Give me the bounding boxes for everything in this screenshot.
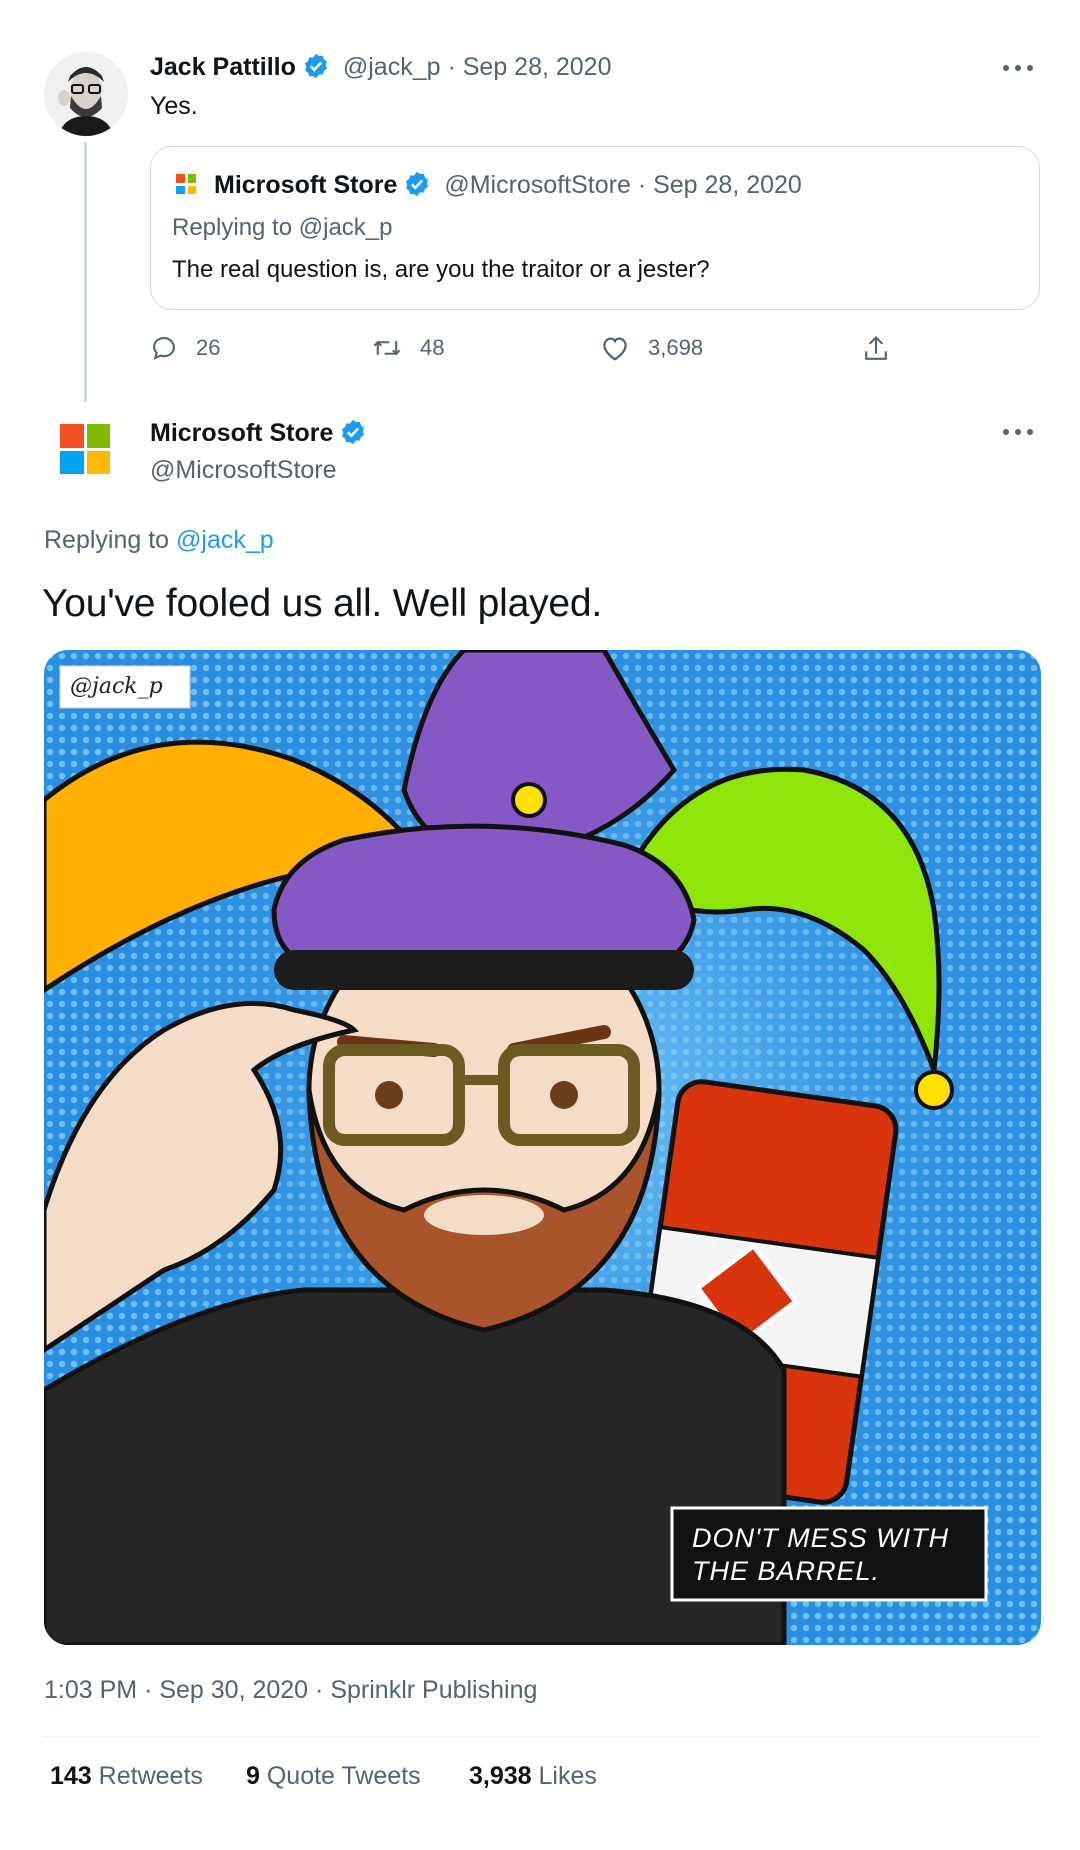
main-author-handle[interactable]: @MicrosoftStore [150,456,337,485]
verified-badge-icon [342,419,365,445]
tweet-image[interactable]: @jack_p DON'T MESS WITH THE BARREL. [44,650,1041,1645]
like-count: 3,698 [648,335,704,360]
parent-tweet-text: Yes. [150,92,198,120]
replying-prefix: Replying to [44,526,170,554]
quoted-tweet-header: Microsoft Store @MicrosoftStore · Sep 28… [214,170,802,200]
retweets-count: 143 [50,1762,92,1790]
divider [44,1736,1040,1737]
avatar-microsoft-store[interactable] [60,424,110,474]
quoted-author-handle: @MicrosoftStore [444,171,631,199]
image-caption: DON'T MESS WITH THE BARREL. [692,1522,949,1588]
quoted-date: Sep 28, 2020 [653,171,802,199]
quote-tweets-stat[interactable]: 9 Quote Tweets [246,1762,421,1791]
tweet-time[interactable]: 1:03 PM [44,1676,137,1704]
retweet-button[interactable]: 48 [372,334,444,362]
likes-stat[interactable]: 3,938 Likes [469,1762,597,1791]
likes-count: 3,938 [469,1762,532,1790]
thread-line [84,142,87,402]
retweets-label: Retweets [98,1762,203,1790]
main-tweet-text: You've fooled us all. Well played. [42,582,603,625]
retweet-count: 48 [420,335,445,360]
avatar-jack[interactable] [44,52,128,136]
caption-line-1: DON'T MESS WITH [692,1523,950,1553]
verified-badge-icon [406,171,429,197]
quotes-count: 9 [246,1762,260,1790]
replying-handle-link[interactable]: @jack_p [176,526,274,554]
separator-dot: · [144,1676,153,1704]
like-button[interactable]: 3,698 [600,334,703,362]
main-replying-to: Replying to @jack_p [44,526,274,555]
reply-button[interactable]: 26 [150,334,220,362]
reply-icon [153,337,175,360]
verified-badge-icon [304,53,327,79]
tweet-meta: 1:03 PM · Sep 30, 2020 · Sprinklr Publis… [44,1676,537,1705]
retweets-stat[interactable]: 143 Retweets [50,1762,203,1791]
quoted-replying-to: Replying to @jack_p [172,214,393,242]
parent-tweet-header: Jack Pattillo @jack_p · Sep 28, 2020 [150,52,612,82]
separator-dot: · [447,53,456,81]
more-options-icon[interactable] [1000,62,1036,74]
quotes-label: Quote Tweets [266,1762,421,1790]
separator-dot: · [315,1676,324,1704]
tweet-source[interactable]: Sprinklr Publishing [330,1676,537,1704]
main-author-name[interactable]: Microsoft Store [150,419,333,447]
image-tag-label: @jack_p [70,674,163,699]
parent-author-name[interactable]: Jack Pattillo [150,53,296,81]
heart-icon [603,337,627,361]
share-icon[interactable] [862,334,890,364]
replying-handle: @jack_p [298,214,393,241]
parent-date[interactable]: Sep 28, 2020 [463,53,612,81]
reply-count: 26 [196,335,221,360]
more-options-icon[interactable] [1000,426,1036,438]
retweet-icon [373,340,401,356]
main-tweet-header: Microsoft Store [150,418,367,448]
microsoft-logo-icon [176,174,196,194]
tweet-date[interactable]: Sep 30, 2020 [159,1676,308,1704]
quoted-tweet-text: The real question is, are you the traito… [172,256,710,283]
caption-line-2: THE BARREL. [692,1556,881,1586]
replying-prefix: Replying to [172,214,293,241]
likes-label: Likes [538,1762,597,1790]
parent-author-handle[interactable]: @jack_p [343,53,441,81]
separator-dot: · [637,171,647,199]
quoted-author-name: Microsoft Store [214,171,398,199]
